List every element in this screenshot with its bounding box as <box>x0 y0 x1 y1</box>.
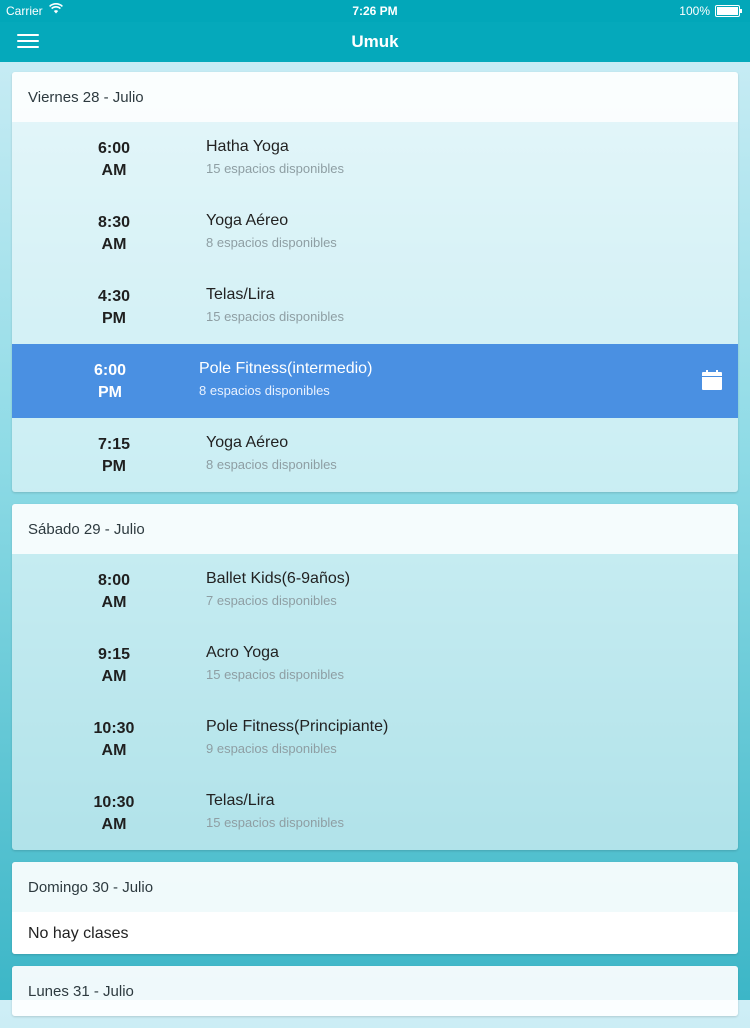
day-card: Sábado 29 - Julio 8:00 AM Ballet Kids(6-… <box>12 504 738 850</box>
class-availability: 8 espacios disponibles <box>206 235 337 250</box>
class-time-period: AM <box>101 236 127 253</box>
class-row[interactable]: 4:30 PM Telas/Lira 15 espacios disponibl… <box>12 270 738 344</box>
class-time: 9:15 AM <box>78 644 150 688</box>
class-row[interactable]: 8:00 AM Ballet Kids(6-9años) 7 espacios … <box>12 554 738 628</box>
class-name: Pole Fitness(Principiante) <box>206 718 389 735</box>
class-time: 8:30 AM <box>78 212 150 256</box>
class-name: Telas/Lira <box>206 792 275 809</box>
class-row[interactable]: 8:30 AM Yoga Aéreo 8 espacios disponible… <box>12 196 738 270</box>
class-name: Pole Fitness(intermedio) <box>199 360 373 377</box>
class-time-hour: 7:15 <box>97 436 131 453</box>
page-title: Umuk <box>351 32 399 51</box>
class-time-hour: 10:30 <box>93 720 135 737</box>
status-bar: Carrier 7:26 PM 100% <box>0 0 750 22</box>
class-row[interactable]: 6:00 AM Hatha Yoga 15 espacios disponibl… <box>12 122 738 196</box>
calendar-icon[interactable] <box>702 370 722 390</box>
class-time-period: PM <box>102 458 126 475</box>
class-availability: 8 espacios disponibles <box>206 457 337 472</box>
class-name: Acro Yoga <box>206 644 279 661</box>
day-card: Lunes 31 - Julio <box>12 966 738 1016</box>
class-availability: 8 espacios disponibles <box>199 383 330 398</box>
class-time: 4:30 PM <box>78 286 150 330</box>
day-card: Domingo 30 - Julio No hay clases <box>12 862 738 954</box>
class-time: 10:30 AM <box>78 718 150 762</box>
class-name: Telas/Lira <box>206 286 275 303</box>
day-card: Viernes 28 - Julio 6:00 AM Hatha Yoga 15… <box>12 72 738 492</box>
class-row[interactable]: 9:15 AM Acro Yoga 15 espacios disponible… <box>12 628 738 702</box>
battery-percent: 100% <box>679 4 710 18</box>
class-time: 6:00 AM <box>78 138 150 182</box>
class-time: 8:00 AM <box>78 570 150 614</box>
class-time-period: PM <box>102 310 126 327</box>
class-time-hour: 9:15 <box>97 646 131 663</box>
class-availability: 15 espacios disponibles <box>206 161 345 176</box>
class-time-period: AM <box>101 594 127 611</box>
class-name: Yoga Aéreo <box>206 434 289 451</box>
day-header: Lunes 31 - Julio <box>12 966 738 1016</box>
class-availability: 15 espacios disponibles <box>206 815 345 830</box>
day-header: Viernes 28 - Julio <box>12 72 738 122</box>
class-row[interactable]: 10:30 AM Pole Fitness(Principiante) 9 es… <box>12 702 738 776</box>
class-time-hour: 4:30 <box>97 288 131 305</box>
day-header: Sábado 29 - Julio <box>12 504 738 554</box>
class-name: Yoga Aéreo <box>206 212 289 229</box>
class-name: Hatha Yoga <box>206 138 289 155</box>
day-header: Domingo 30 - Julio <box>12 862 738 912</box>
class-time-period: AM <box>101 742 127 759</box>
schedule-list[interactable]: Viernes 28 - Julio 6:00 AM Hatha Yoga 15… <box>12 72 738 1028</box>
battery-icon <box>715 5 742 17</box>
class-row-selected[interactable]: 6:00 PM Pole Fitness(intermedio) 8 espac… <box>12 344 738 418</box>
class-time-hour: 6:00 <box>93 362 127 379</box>
status-time: 7:26 PM <box>352 4 398 18</box>
no-classes-message: No hay clases <box>12 912 738 954</box>
class-availability: 15 espacios disponibles <box>206 309 345 324</box>
class-time-hour: 8:30 <box>97 214 131 231</box>
class-time: 6:00 PM <box>74 360 146 404</box>
class-availability: 7 espacios disponibles <box>206 593 337 608</box>
class-time-period: AM <box>101 162 127 179</box>
class-time-period: PM <box>98 384 122 401</box>
class-time-period: AM <box>101 816 127 833</box>
class-time-hour: 8:00 <box>97 572 131 589</box>
class-time-hour: 10:30 <box>93 794 135 811</box>
class-time-hour: 6:00 <box>97 140 131 157</box>
class-row[interactable]: 10:30 AM Telas/Lira 15 espacios disponib… <box>12 776 738 850</box>
class-availability: 15 espacios disponibles <box>206 667 345 682</box>
class-time-period: AM <box>101 668 127 685</box>
class-name: Ballet Kids(6-9años) <box>206 570 351 587</box>
class-time: 7:15 PM <box>78 434 150 478</box>
nav-bar: Umuk <box>0 22 750 62</box>
class-row[interactable]: 7:15 PM Yoga Aéreo 8 espacios disponible… <box>12 418 738 492</box>
class-time: 10:30 AM <box>78 792 150 836</box>
class-availability: 9 espacios disponibles <box>206 741 337 756</box>
